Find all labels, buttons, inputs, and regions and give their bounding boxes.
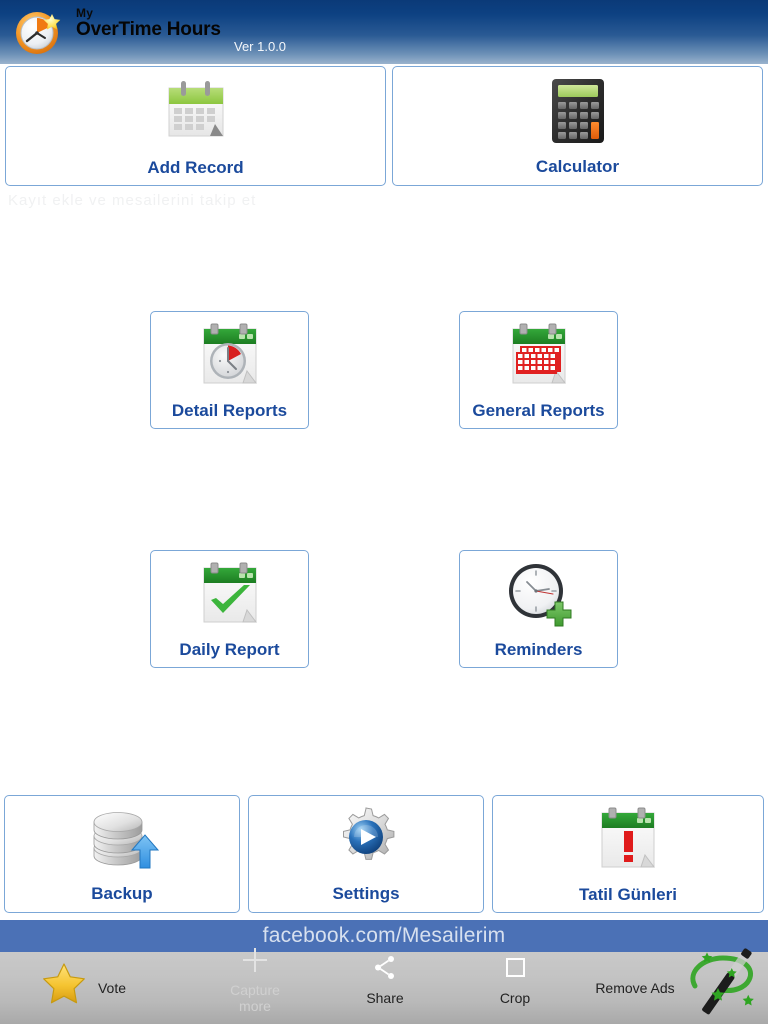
toolbar-capture-label-line1: Capture [230, 982, 280, 998]
calendar-spiral-icon [160, 74, 232, 153]
menu-item-label: Add Record [147, 158, 244, 177]
menu-item-calculator[interactable]: Calculator [392, 66, 763, 186]
clock-star-icon [14, 8, 62, 56]
toolbar-share-label: Share [366, 990, 404, 1006]
toolbar-remove-ads-label: Remove Ads [595, 980, 675, 996]
menu-item-detail-reports[interactable]: Detail Reports [150, 311, 309, 429]
calendar-check-icon [195, 558, 265, 635]
menu-item-reminders[interactable]: Reminders [459, 550, 618, 668]
toolbar-share-button[interactable]: Share [330, 944, 440, 1016]
app-header: My OverTime Hours Ver 1.0.0 [0, 0, 768, 64]
menu-item-label: Reminders [494, 640, 583, 659]
calendar-grid-icon [504, 319, 574, 396]
app-title-small: My [76, 6, 94, 20]
menu-item-label: Daily Report [179, 640, 280, 659]
gear-play-icon [330, 804, 402, 879]
menu-item-daily-report[interactable]: Daily Report [150, 550, 309, 668]
clock-plus-icon [503, 558, 575, 635]
toolbar-vote-button[interactable]: Vote [18, 952, 148, 1024]
app-title-block: My OverTime Hours [76, 7, 221, 41]
magic-wand-icon [679, 948, 765, 1025]
plus-crosshair-icon [241, 946, 269, 979]
menu-item-add-record[interactable]: Add Record [5, 66, 386, 186]
menu-item-settings[interactable]: Settings [248, 795, 484, 913]
app-version: Ver 1.0.0 [234, 39, 287, 54]
toolbar-capture-label-line2: more [239, 998, 271, 1014]
toolbar-crop-button[interactable]: Crop [460, 944, 570, 1016]
toolbar-crop-label: Crop [499, 990, 531, 1006]
menu-item-backup[interactable]: Backup [4, 795, 240, 913]
menu-item-label: Detail Reports [171, 401, 288, 420]
crop-icon [501, 954, 529, 987]
app-title-main: OverTime Hours [76, 19, 221, 40]
menu-item-label: Calculator [535, 157, 620, 176]
menu-item-label: Tatil Günleri [579, 885, 677, 904]
database-upload-icon [84, 804, 160, 879]
menu-item-general-reports[interactable]: General Reports [459, 311, 618, 429]
menu-item-label: General Reports [472, 401, 605, 420]
menu-item-label: Settings [332, 884, 400, 903]
star-icon [40, 960, 88, 1013]
calendar-exclamation-icon [593, 803, 663, 880]
calendar-clock-icon [195, 319, 265, 396]
toolbar-capture-more-button[interactable]: Capture more [200, 944, 310, 1016]
menu-item-label: Backup [91, 884, 153, 903]
toolbar-remove-ads-button[interactable]: Remove Ads [592, 948, 768, 1024]
menu-item-tatil-gunleri[interactable]: Tatil Günleri [492, 795, 764, 913]
background-watermark-text: Kayıt ekle ve mesailerini takip et [8, 192, 257, 209]
share-icon [371, 954, 399, 987]
toolbar-vote-label: Vote [97, 980, 127, 996]
calculator-icon [547, 75, 609, 152]
